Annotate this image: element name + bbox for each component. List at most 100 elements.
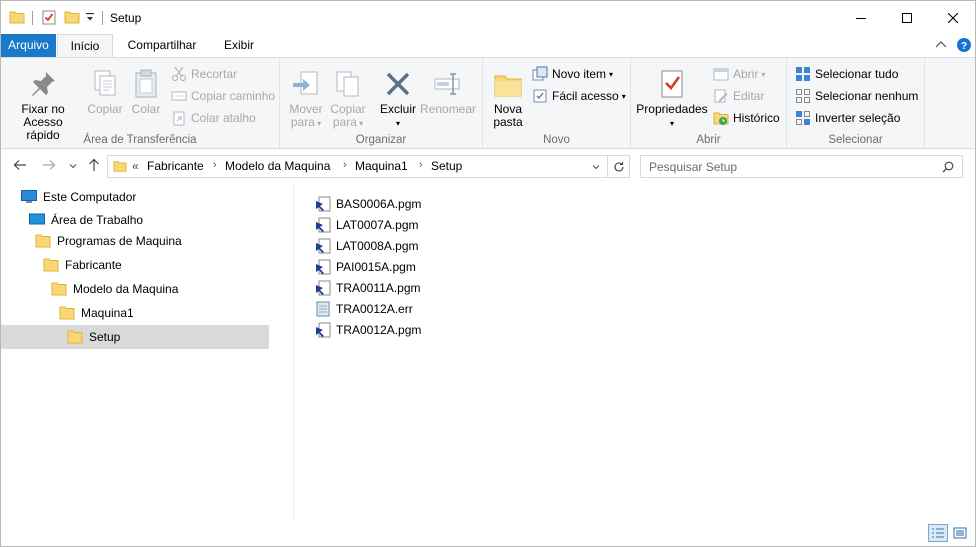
file-name: LAT0008A.pgm	[336, 238, 419, 253]
new-item-label: Novo item	[552, 67, 607, 81]
file-item[interactable]: LAT0008A.pgm	[315, 235, 435, 256]
rename-button[interactable]: Renomear	[420, 68, 476, 116]
tab-file[interactable]: Arquivo	[1, 34, 56, 58]
file-name: PAI0015A.pgm	[336, 259, 416, 274]
tab-view[interactable]: Exibir	[211, 34, 267, 58]
folder-icon	[51, 282, 67, 296]
open-group-label: Abrir	[696, 134, 721, 146]
easy-access-button[interactable]: Fácil acesso ▾	[532, 86, 626, 106]
forward-arrow-icon[interactable]	[41, 158, 57, 174]
breadcrumb-modelo[interactable]: Modelo da Maquina	[225, 159, 330, 173]
select-all-button[interactable]: Selecionar tudo	[795, 64, 898, 84]
paste-shortcut-button[interactable]: Colar atalho	[171, 108, 256, 128]
tree-item-maquina1[interactable]: Maquina1	[59, 301, 134, 325]
group-organize: Mover para ▾ Copiar para ▾ Excluir ▾ Reno…	[280, 58, 483, 149]
ribbon: Fixar no Acesso rápido Copiar Colar Reco…	[1, 57, 975, 149]
history-icon	[713, 112, 729, 125]
help-icon[interactable]: ?	[957, 38, 971, 55]
file-item[interactable]: LAT0007A.pgm	[315, 214, 435, 235]
computer-icon	[21, 190, 37, 203]
tree-item-setup[interactable]: Setup	[1, 325, 269, 349]
move-to-button[interactable]: Mover para ▾	[286, 68, 326, 130]
cut-button[interactable]: Recortar	[171, 64, 237, 84]
up-arrow-icon[interactable]	[86, 158, 102, 174]
folder-icon	[113, 159, 127, 176]
copy-path-icon	[171, 91, 187, 101]
open-button[interactable]: Abrir ▾	[713, 64, 765, 84]
search-icon[interactable]	[942, 161, 954, 176]
search-box[interactable]: Pesquisar Setup	[640, 155, 963, 178]
delete-button[interactable]: Excluir ▾	[376, 68, 420, 130]
new-folder-line2: pasta	[493, 115, 523, 129]
chevron-right-icon[interactable]: ›	[213, 159, 217, 171]
minimize-button[interactable]	[838, 1, 884, 34]
new-folder-button[interactable]: Nova pasta	[489, 68, 527, 129]
paste-button[interactable]: Colar	[128, 68, 164, 116]
file-item[interactable]: TRA0012A.pgm	[315, 319, 435, 340]
file-name: TRA0011A.pgm	[336, 280, 421, 295]
tree-item-this-pc[interactable]: Este Computador	[21, 185, 136, 209]
copy-button[interactable]: Copiar	[85, 68, 125, 116]
close-button[interactable]	[930, 1, 976, 34]
collapse-ribbon-chevron-icon[interactable]	[935, 39, 947, 53]
cut-label: Recortar	[191, 67, 238, 81]
chevron-right-icon[interactable]: ›	[419, 159, 423, 171]
file-item[interactable]: PAI0015A.pgm	[315, 256, 435, 277]
new-folder-quick-icon[interactable]	[64, 9, 80, 28]
desktop-icon	[29, 213, 45, 225]
breadcrumb-setup[interactable]: Setup	[431, 159, 462, 173]
breadcrumb-maquina1[interactable]: Maquina1	[355, 159, 408, 173]
address-bar[interactable]: « Fabricante › Modelo da Maquina › Maqui…	[107, 155, 630, 178]
tab-share[interactable]: Compartilhar	[117, 34, 207, 58]
edit-label: Editar	[733, 89, 765, 103]
edit-button[interactable]: Editar	[713, 86, 764, 106]
back-arrow-icon[interactable]	[12, 158, 28, 174]
folder-icon	[9, 9, 25, 28]
svg-text:?: ?	[961, 41, 967, 52]
group-select: Selecionar tudo Selecionar nenhum Invert…	[787, 58, 925, 149]
select-none-button[interactable]: Selecionar nenhum	[795, 86, 918, 106]
properties-button[interactable]: Propriedades ▾	[635, 68, 709, 130]
maximize-button[interactable]	[884, 1, 930, 34]
pin-icon	[32, 72, 55, 96]
tab-home[interactable]: Início	[57, 34, 113, 59]
tree-item-modelo[interactable]: Modelo da Maquina	[51, 277, 178, 301]
folder-icon	[43, 258, 59, 272]
pin-quick-access-button[interactable]: Fixar no Acesso rápido	[6, 68, 80, 142]
customize-toolbar-dropdown-icon[interactable]	[85, 11, 95, 26]
tree-label: Fabricante	[65, 258, 122, 272]
pin-label-line1: Fixar no	[21, 102, 65, 116]
breadcrumb-fabricante[interactable]: Fabricante	[147, 159, 204, 173]
chevron-right-icon[interactable]: ›	[343, 159, 347, 171]
details-view-icon	[932, 528, 944, 538]
copy-icon	[94, 70, 116, 96]
breadcrumb-overflow[interactable]: «	[132, 159, 139, 173]
tree-label: Setup	[89, 330, 121, 344]
recent-locations-chevron-icon[interactable]	[65, 158, 81, 174]
copy-path-label: Copiar caminho	[191, 89, 276, 103]
tree-label: Modelo da Maquina	[73, 282, 179, 296]
navigation-bar: « Fabricante › Modelo da Maquina › Maqui…	[1, 150, 975, 183]
address-dropdown-chevron-icon[interactable]	[591, 161, 601, 175]
pgm-file-icon	[316, 238, 331, 253]
tree-item-programas[interactable]: Programas de Maquina	[35, 229, 182, 253]
pgm-file-icon	[316, 280, 331, 295]
refresh-icon	[613, 161, 624, 171]
new-item-button[interactable]: Novo item ▾	[532, 64, 613, 84]
select-group-label: Selecionar	[828, 134, 883, 146]
file-item[interactable]: BAS0006A.pgm	[315, 193, 435, 214]
refresh-button[interactable]	[607, 156, 629, 177]
copy-to-button[interactable]: Copiar para ▾	[328, 68, 368, 130]
copy-path-button[interactable]: Copiar caminho	[171, 86, 275, 106]
pgm-file-icon	[316, 322, 331, 337]
details-view-button[interactable]	[928, 524, 948, 542]
properties-checkmark-icon[interactable]	[41, 9, 57, 28]
file-item[interactable]: TRA0011A.pgm	[315, 277, 435, 298]
file-item[interactable]: TRA0012A.err	[315, 298, 435, 319]
tree-item-fabricante[interactable]: Fabricante	[43, 253, 122, 277]
history-button[interactable]: Histórico	[713, 108, 780, 128]
invert-selection-button[interactable]: Inverter seleção	[795, 108, 900, 128]
pgm-file-icon	[316, 217, 331, 232]
paste-shortcut-label: Colar atalho	[191, 111, 256, 125]
large-icons-view-button[interactable]	[950, 524, 970, 542]
